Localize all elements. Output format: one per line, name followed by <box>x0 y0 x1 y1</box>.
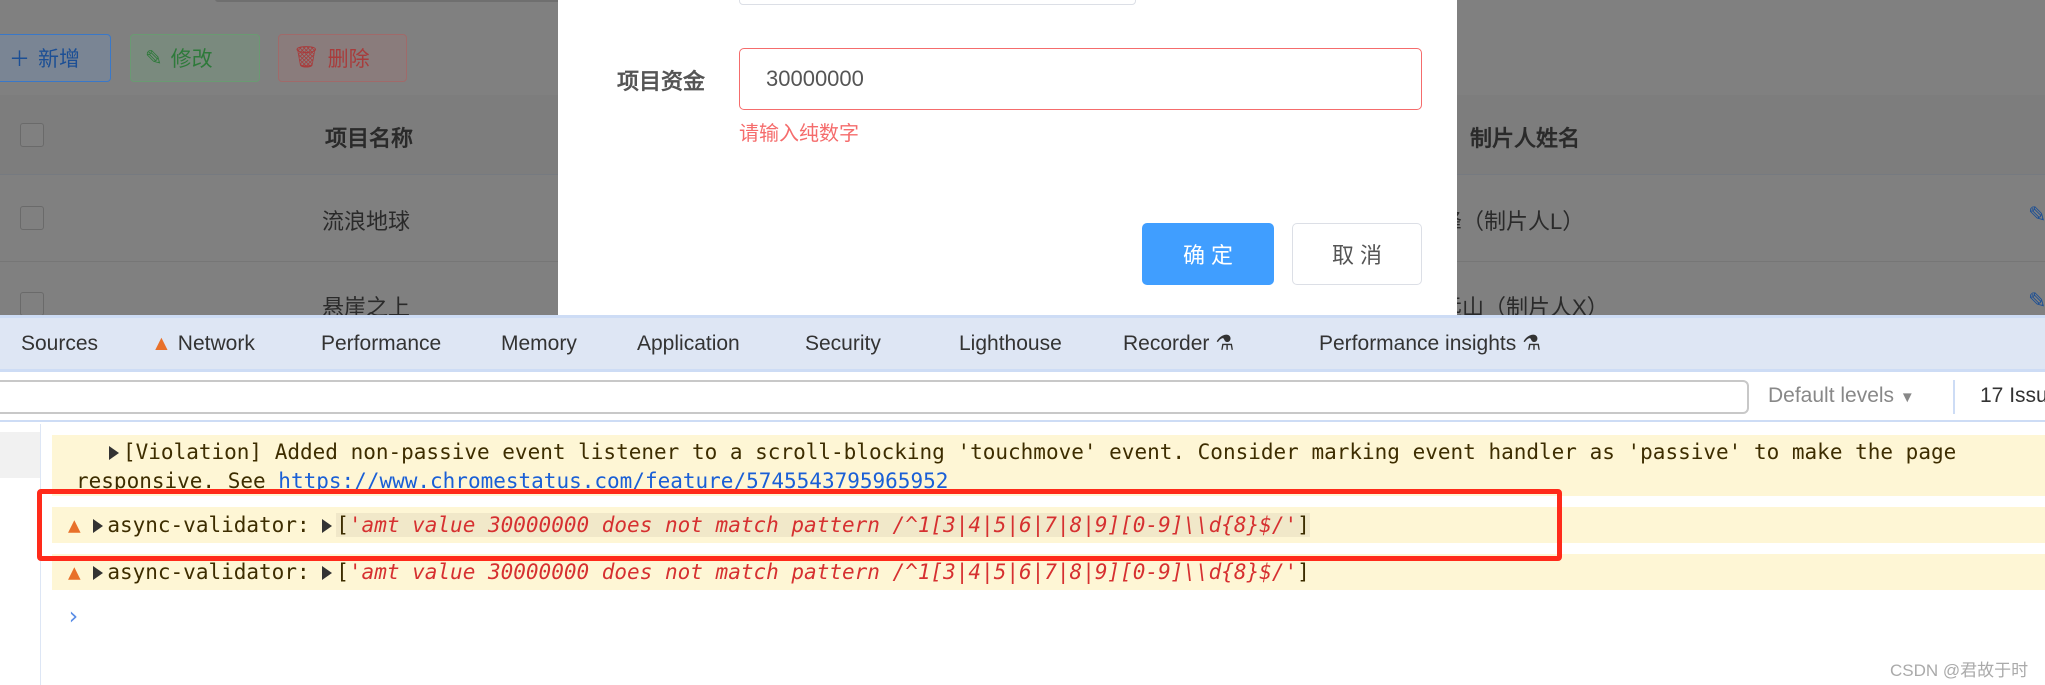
cell-name: 悬崖之上 <box>322 295 411 315</box>
tab-performance[interactable]: Performance <box>321 318 441 369</box>
cell-producer: 远山（制片人X） <box>1440 295 1609 315</box>
flask-icon: ⚗ <box>1215 332 1235 355</box>
edit-dialog: 项目资金 30000000 请输入纯数字 确 定 取 消 <box>558 0 1457 315</box>
console-prompt[interactable]: › <box>66 602 80 630</box>
tab-sources[interactable]: Sources <box>21 318 98 369</box>
tab-recorder[interactable]: Recorder ⚗ <box>1123 318 1234 369</box>
flask-icon: ⚗ <box>1522 332 1542 355</box>
console-message-violation[interactable]: [Violation] Added non-passive event list… <box>52 435 2045 496</box>
column-header-producer: 制片人姓名 <box>1470 126 1581 151</box>
edit-row-icon[interactable]: ✎ <box>2028 288 2045 314</box>
row-checkbox[interactable] <box>20 292 44 315</box>
caret-down-icon: ▼ <box>1899 389 1915 406</box>
row-checkbox[interactable] <box>20 206 44 230</box>
expand-triangle-icon[interactable] <box>109 446 119 460</box>
cancel-button[interactable]: 取 消 <box>1292 223 1422 285</box>
previous-field-input[interactable] <box>739 0 1136 5</box>
select-all-checkbox[interactable] <box>20 123 44 147</box>
edit-row-icon[interactable]: ✎ <box>2028 202 2045 228</box>
cell-producer: 峰（制片人L） <box>1440 209 1585 234</box>
tab-lighthouse[interactable]: Lighthouse <box>959 318 1062 369</box>
plus-icon: ＋ <box>9 48 30 71</box>
warning-icon: ▲ <box>151 331 172 355</box>
pencil-icon: ✎ <box>145 46 163 70</box>
delete-button[interactable]: 🗑 删除 <box>278 34 407 82</box>
log-levels-dropdown[interactable]: Default levels ▼ <box>1768 384 1915 408</box>
app-background-masked: ＋新增 ✎ 修改 🗑 删除 项目名称 制片人姓名 流浪地球 峰（制片人L） ✎ 悬崖… <box>0 0 2045 315</box>
expand-array-icon[interactable] <box>322 566 333 580</box>
edit-button[interactable]: ✎ 修改 <box>130 34 260 82</box>
gutter-marker <box>0 432 40 478</box>
warning-icon: ▲ <box>68 560 81 584</box>
watermark: CSDN @君故于时 <box>1890 661 2029 680</box>
highlight-box <box>37 489 1562 561</box>
tab-memory[interactable]: Memory <box>501 318 577 369</box>
validation-error: 请输入纯数字 <box>739 123 859 145</box>
confirm-button[interactable]: 确 定 <box>1142 223 1274 285</box>
tab-security[interactable]: Security <box>805 318 881 369</box>
tab-performance-insights[interactable]: Performance insights ⚗ <box>1319 318 1541 369</box>
expand-triangle-icon[interactable] <box>93 566 104 580</box>
divider <box>1953 380 1955 414</box>
console-filter-bar: Default levels ▼ 17 Issu <box>0 372 2045 422</box>
trash-icon: 🗑 <box>293 46 320 69</box>
console-panel: [Violation] Added non-passive event list… <box>0 424 2045 685</box>
tab-application[interactable]: Application <box>637 318 740 369</box>
tab-network[interactable]: ▲ Network <box>151 318 255 369</box>
devtools-tab-bar: Sources ▲ Network Performance Memory Appl… <box>0 315 2045 372</box>
funding-input[interactable]: 30000000 <box>739 48 1422 110</box>
field-label: 项目资金 <box>617 69 706 94</box>
issues-counter[interactable]: 17 Issu <box>1980 384 2045 408</box>
filter-input[interactable] <box>0 380 1749 414</box>
add-button[interactable]: ＋新增 <box>0 34 111 82</box>
column-header-name: 项目名称 <box>325 126 414 151</box>
cell-name: 流浪地球 <box>322 209 411 234</box>
